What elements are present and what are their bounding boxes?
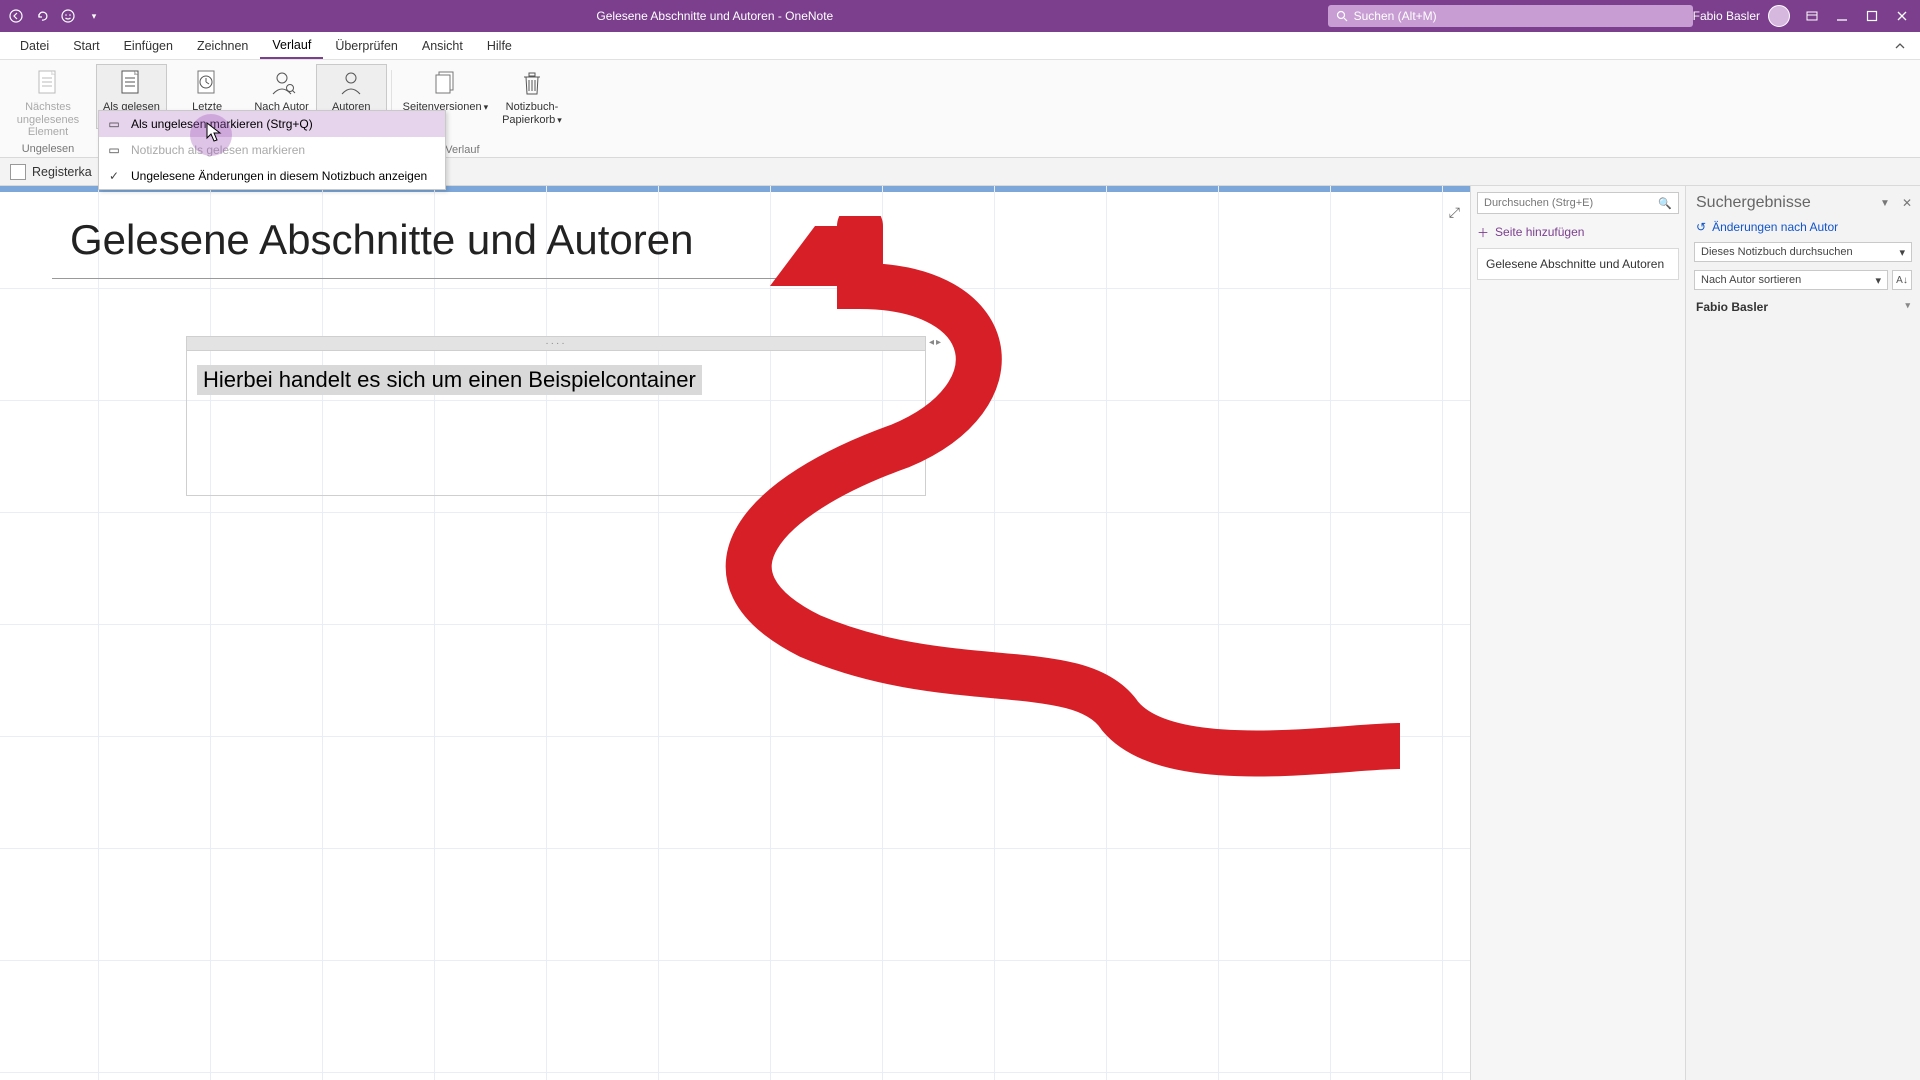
search-scope-value: Dieses Notizbuch durchsuchen xyxy=(1701,246,1853,258)
author-name: Fabio Basler xyxy=(1696,300,1768,314)
avatar xyxy=(1768,5,1790,27)
qat-dropdown-icon[interactable]: ▾ xyxy=(86,8,102,24)
page-search-placeholder: Durchsuchen (Strg+E) xyxy=(1484,197,1593,209)
page-search[interactable]: Durchsuchen (Strg+E) 🔍 xyxy=(1477,192,1679,214)
add-page-button[interactable]: ＋ Seite hinzufügen xyxy=(1477,220,1679,244)
section-tab[interactable]: Registerka xyxy=(32,165,92,179)
ribbon-icon xyxy=(266,67,298,99)
add-page-label: Seite hinzufügen xyxy=(1495,225,1584,239)
global-search[interactable] xyxy=(1328,5,1693,27)
ribbon-label: Nächstesungelesenes Element xyxy=(7,101,89,139)
ribbon-icon xyxy=(335,67,367,99)
ribbon-tabs: DateiStartEinfügenZeichnenVerlaufÜberprü… xyxy=(0,32,1920,60)
menu-tab-start[interactable]: Start xyxy=(61,32,111,59)
page-title[interactable]: Gelesene Abschnitte und Autoren xyxy=(70,216,693,264)
page-list-item[interactable]: Gelesene Abschnitte und Autoren xyxy=(1477,248,1679,280)
chevron-down-icon: ▾ xyxy=(1899,246,1905,259)
ribbon-icon xyxy=(516,67,548,99)
menu-tab-verlauf[interactable]: Verlauf xyxy=(260,32,323,59)
mark-read-dropdown: ▭ Als ungelesen markieren (Strg+Q) ▭ Notizb… xyxy=(98,110,446,190)
menu-tab-datei[interactable]: Datei xyxy=(8,32,61,59)
sort-value: Nach Autor sortieren xyxy=(1701,274,1801,286)
global-search-input[interactable] xyxy=(1354,9,1685,23)
dropdown-item[interactable]: ✓ Ungelesene Änderungen in diesem Notizbu… xyxy=(99,163,445,189)
search-icon: 🔍 xyxy=(1658,197,1672,210)
menu-tab-zeichnen[interactable]: Zeichnen xyxy=(185,32,260,59)
account-button[interactable]: Fabio Basler xyxy=(1693,5,1790,27)
dropdown-item: ▭ Notizbuch als gelesen markieren xyxy=(99,137,445,163)
ribbon-icon xyxy=(191,67,223,99)
chevron-down-icon: ▾ xyxy=(1875,274,1881,287)
ribbon-label: Notizbuch-Papierkorb▾ xyxy=(502,101,562,126)
smile-icon[interactable] xyxy=(60,8,76,24)
close-icon[interactable] xyxy=(1894,8,1910,24)
fullscreen-icon[interactable]: ⤢ xyxy=(1449,204,1460,221)
menu-tab-hilfe[interactable]: Hilfe xyxy=(475,32,524,59)
page-icon: ▭ xyxy=(107,143,121,157)
page-icon: ▭ xyxy=(107,117,121,131)
changes-by-author-link[interactable]: ↺ Änderungen nach Autor xyxy=(1686,216,1920,238)
ribbon-seitenversionen[interactable]: Seitenversionen▾ xyxy=(396,64,495,117)
search-results-pane: Suchergebnisse ▼ ✕ ↺ Änderungen nach Aut… xyxy=(1685,186,1920,1080)
close-pane-icon[interactable]: ✕ xyxy=(1902,196,1912,210)
undo-icon[interactable] xyxy=(34,8,50,24)
collapse-ribbon-icon[interactable] xyxy=(1894,40,1912,52)
menu-tab-überprüfen[interactable]: Überprüfen xyxy=(323,32,410,59)
ribbon-icon xyxy=(32,67,64,99)
ribbon-display-icon[interactable] xyxy=(1804,8,1820,24)
author-group[interactable]: Fabio Basler ▾ xyxy=(1686,294,1920,320)
ribbon-notizbuch-[interactable]: Notizbuch-Papierkorb▾ xyxy=(495,64,569,129)
ribbon-icon xyxy=(429,67,461,99)
sort-direction-button[interactable]: A↓ xyxy=(1892,270,1912,290)
back-icon[interactable] xyxy=(8,8,24,24)
window-title: Gelesene Abschnitte und Autoren - OneNot… xyxy=(142,9,1288,23)
ribbon-nächstes: Nächstesungelesenes Element xyxy=(0,64,96,142)
pane-options-icon[interactable]: ▼ xyxy=(1880,198,1890,209)
dropdown-label: Ungelesene Änderungen in diesem Notizbuc… xyxy=(131,169,427,183)
notebook-icon[interactable] xyxy=(10,164,26,180)
title-bar: ▾ Gelesene Abschnitte und Autoren - OneN… xyxy=(0,0,1920,32)
changes-by-author-label: Änderungen nach Autor xyxy=(1712,220,1838,234)
minimize-icon[interactable] xyxy=(1834,8,1850,24)
ink-drawing xyxy=(700,216,1400,836)
dropdown-item[interactable]: ▭ Als ungelesen markieren (Strg+Q) xyxy=(99,111,445,137)
note-text[interactable]: Hierbei handelt es sich um einen Beispie… xyxy=(197,365,702,395)
user-name: Fabio Basler xyxy=(1693,9,1760,23)
ribbon-group-label: Ungelesen xyxy=(0,142,96,157)
search-icon xyxy=(1336,10,1348,22)
sort-select[interactable]: Nach Autor sortieren ▾ xyxy=(1694,270,1888,290)
menu-tab-einfügen[interactable]: Einfügen xyxy=(112,32,185,59)
search-scope-select[interactable]: Dieses Notizbuch durchsuchen ▾ xyxy=(1694,242,1912,262)
refresh-icon: ↺ xyxy=(1696,220,1706,234)
chevron-down-icon: ▾ xyxy=(1905,300,1910,314)
dropdown-label: Als ungelesen markieren (Strg+Q) xyxy=(131,117,313,131)
dropdown-label: Notizbuch als gelesen markieren xyxy=(131,143,305,157)
ribbon-icon xyxy=(115,67,147,99)
search-results-title: Suchergebnisse xyxy=(1696,194,1811,212)
menu-tab-ansicht[interactable]: Ansicht xyxy=(410,32,475,59)
plus-icon: ＋ xyxy=(1477,224,1489,241)
check-icon: ✓ xyxy=(107,169,121,183)
page-canvas[interactable]: ⤢ Gelesene Abschnitte und Autoren ····◂▸… xyxy=(0,186,1470,1080)
page-list-pane: Durchsuchen (Strg+E) 🔍 ＋ Seite hinzufüge… xyxy=(1470,186,1685,1080)
maximize-icon[interactable] xyxy=(1864,8,1880,24)
